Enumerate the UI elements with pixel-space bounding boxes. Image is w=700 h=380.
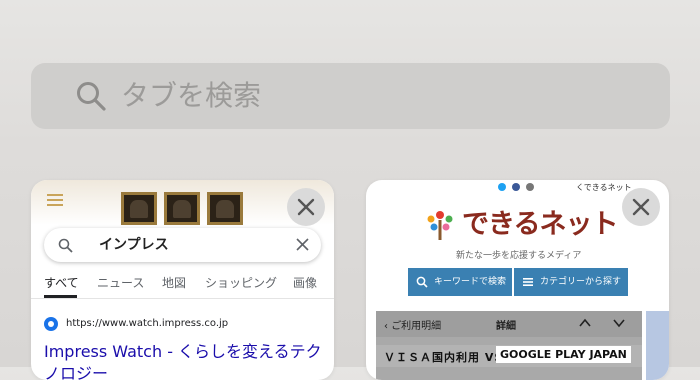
artwork-thumbnail: [207, 192, 243, 225]
tab-card-dekiru-net[interactable]: くできるネット できるネット 新たな一歩を応援するメディア キーワードで検索 カ…: [366, 180, 669, 380]
transaction-merchant: GOOGLE PLAY JAPAN: [496, 346, 631, 363]
result-title-link-line2[interactable]: ノロジー: [44, 363, 108, 380]
site-logo[interactable]: できるネット: [462, 208, 618, 242]
google-search-box[interactable]: インプレス: [44, 228, 321, 262]
result-url: https://www.watch.impress.co.jp: [66, 318, 229, 329]
keyword-search-label: キーワードで検索: [434, 277, 507, 287]
close-icon: [632, 198, 650, 216]
transaction-type: ＶＩＳＡ国内利用 VS: [384, 351, 504, 364]
site-favicon: [44, 317, 58, 331]
close-icon: [297, 198, 315, 216]
search-placeholder: タブを検索: [121, 79, 262, 112]
result-title-link[interactable]: Impress Watch - くらしを変えるテク: [44, 341, 322, 363]
site-tagline: 新たな一歩を応援するメディア: [456, 251, 582, 261]
category-browse-button[interactable]: カテゴリーから探す: [514, 268, 628, 296]
search-icon: [77, 82, 106, 111]
tab-search-field[interactable]: タブを検索: [31, 63, 670, 129]
tab-news[interactable]: ニュース: [97, 275, 144, 291]
tab-images[interactable]: 画像: [293, 275, 317, 291]
artwork-thumbnail: [121, 192, 157, 225]
twitter-icon: [498, 183, 506, 191]
close-tab-button[interactable]: [622, 188, 660, 226]
screenshot-detail-label: 詳細: [496, 321, 516, 332]
menu-icon: [47, 194, 63, 206]
screenshot-navbar: ‹ ご利用明細 詳細: [376, 311, 642, 337]
top-link: くできるネット: [576, 183, 632, 192]
artwork-thumbnail: [164, 192, 200, 225]
share-icon: [526, 183, 534, 191]
facebook-icon: [512, 183, 520, 191]
article-screenshot: ‹ ご利用明細 詳細 ＶＩＳＡ国内利用 VS GOOGLE PLAY JAPAN: [376, 311, 642, 380]
tab-card-google-search[interactable]: インプレス すべて ニュース 地図 ショッピング 画像 https://www.…: [31, 180, 334, 380]
tab-shopping[interactable]: ショッピング: [205, 275, 277, 291]
screenshot-transaction-row: ＶＩＳＡ国内利用 VS GOOGLE PLAY JAPAN: [376, 345, 642, 367]
close-tab-button[interactable]: [287, 188, 325, 226]
category-browse-label: カテゴリーから探す: [540, 277, 622, 287]
search-filter-tabs: すべて ニュース 地図 ショッピング 画像: [31, 275, 334, 297]
tab-maps[interactable]: 地図: [162, 275, 186, 291]
chevron-down-icon: [613, 319, 625, 328]
clear-icon[interactable]: [296, 238, 309, 251]
search-icon: [416, 276, 428, 288]
screenshot-back-label: ‹ ご利用明細: [384, 321, 442, 332]
tree-logo-icon: [427, 211, 453, 240]
search-query: インプレス: [99, 237, 169, 253]
keyword-search-button[interactable]: キーワードで検索: [408, 268, 512, 296]
chevron-up-icon: [579, 318, 591, 327]
list-icon: [523, 278, 533, 286]
side-image: [646, 311, 669, 380]
social-bar: くできるネット: [366, 180, 669, 194]
divider: [31, 298, 334, 299]
tab-all[interactable]: すべて: [44, 275, 79, 291]
search-icon: [58, 238, 73, 253]
